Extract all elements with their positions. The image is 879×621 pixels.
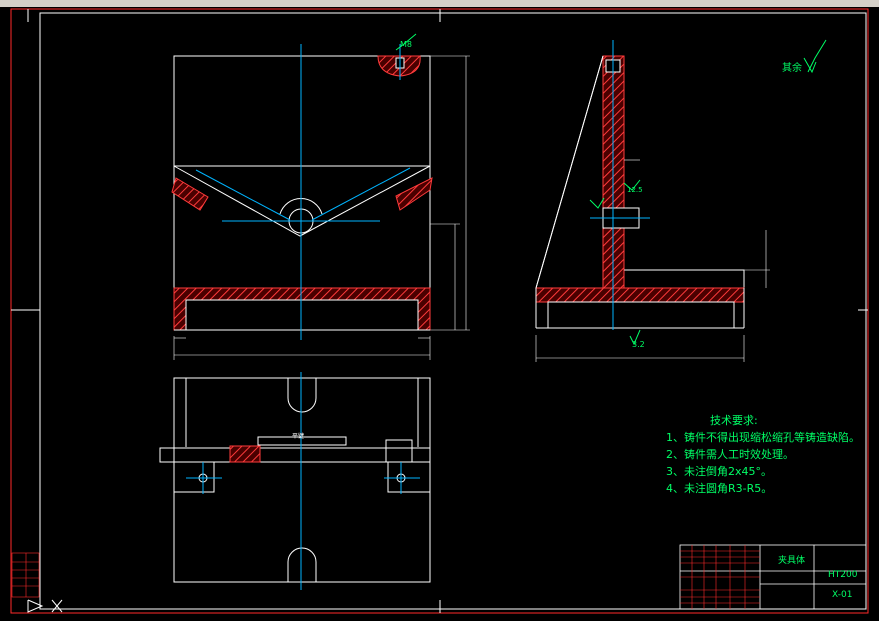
left-margin-table — [11, 552, 40, 598]
keyway-label: 平键 — [292, 433, 305, 440]
drawing-border — [10, 8, 869, 614]
tech-line-1: 1、铸件不得出现缩松缩孔等铸造缺陷。 — [666, 431, 860, 444]
top-view — [159, 377, 431, 583]
tech-line-4: 4、未注圆角R3-R5。 — [666, 482, 773, 495]
technical-requirements: 技术要求: 1、铸件不得出现缩松缩孔等铸造缺陷。 2、铸件需人工时效处理。 3、… — [666, 412, 860, 497]
thread-label-top: M8 — [400, 40, 412, 49]
side-bottom-roughness-label: 3.2 — [632, 340, 645, 349]
tech-line-3: 3、未注倒角2x45°。 — [666, 465, 773, 478]
front-view — [171, 55, 433, 331]
tech-title: 技术要求: — [710, 414, 758, 427]
cad-drawing-canvas[interactable] — [0, 0, 879, 621]
ucs-icon — [27, 599, 63, 613]
title-block-material: HT200 — [828, 570, 858, 580]
top-view-centerlines — [186, 372, 420, 590]
title-block-name: 夹具体 — [778, 556, 806, 566]
side-view-dimensions — [535, 159, 770, 362]
side-roughness-label: 12.5 — [627, 186, 643, 194]
title-block-drawing-no: X-01 — [832, 590, 853, 600]
tech-line-2: 2、铸件需人工时效处理。 — [666, 448, 794, 461]
surface-note: 其余 — [782, 63, 802, 74]
title-block-red-grid — [680, 545, 760, 609]
